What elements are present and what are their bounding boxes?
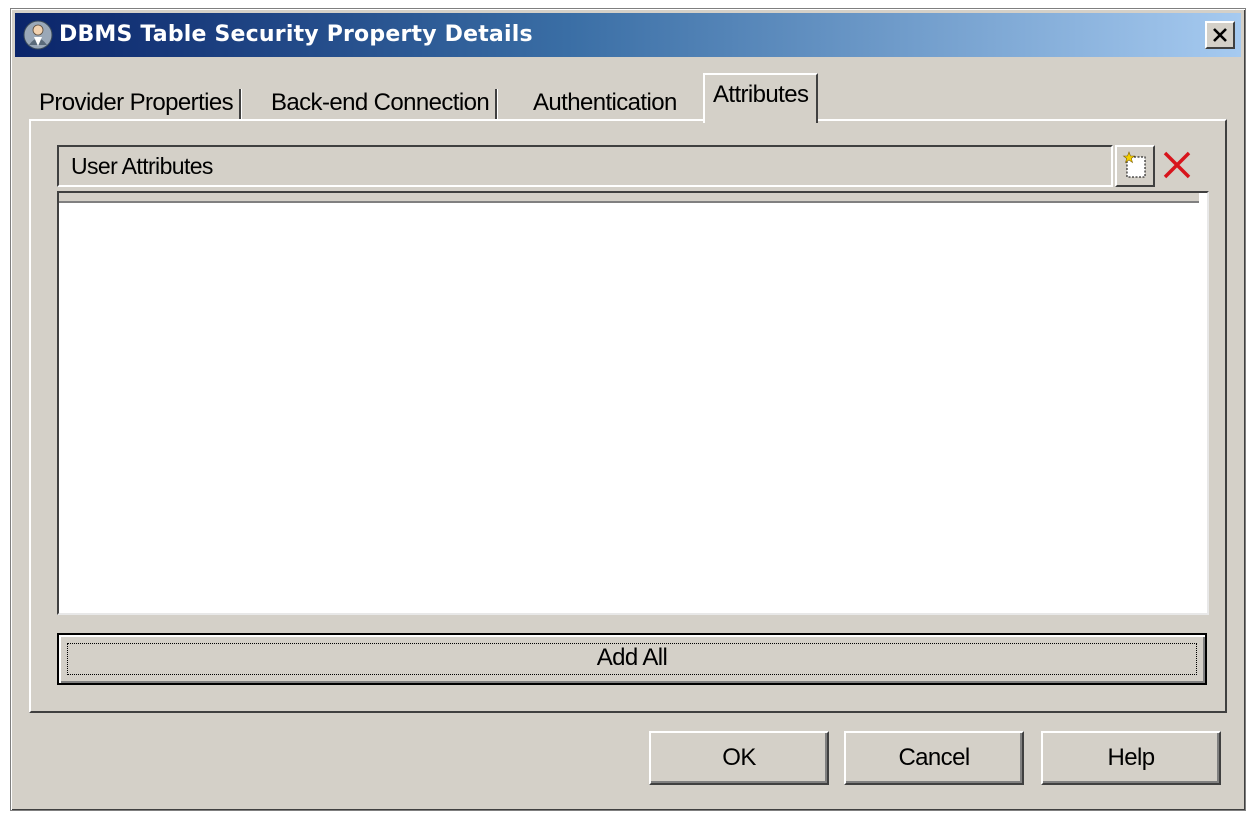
close-icon [1213,28,1227,42]
dialog-window: DBMS Table Security Property Details Pro… [10,8,1246,811]
add-all-label: Add All [596,644,668,671]
attributes-panel: User Attributes Add All [29,119,1227,713]
help-button[interactable]: Help [1041,731,1221,785]
add-all-button[interactable]: Add All [57,633,1207,685]
cancel-button[interactable]: Cancel [844,731,1024,785]
ok-label: OK [722,744,756,771]
user-attributes-list[interactable] [57,191,1209,615]
delete-icon [1163,151,1191,179]
tab-provider-properties[interactable]: Provider Properties [31,83,242,123]
title-bar[interactable]: DBMS Table Security Property Details [15,13,1241,57]
tab-strip: Provider Properties Back-end Connection … [31,73,1231,123]
user-attributes-header: User Attributes [57,145,1113,187]
tab-label: Attributes [713,81,809,108]
window-title: DBMS Table Security Property Details [59,22,533,47]
tab-label: Back-end Connection [271,89,490,116]
tab-authentication[interactable]: Authentication [525,83,685,123]
tab-attributes[interactable]: Attributes [703,73,819,123]
user-security-icon [23,20,53,50]
tab-back-end-connection[interactable]: Back-end Connection [263,83,498,123]
new-item-icon [1122,151,1146,178]
help-label: Help [1107,744,1156,771]
new-attribute-button[interactable] [1115,145,1155,187]
close-button[interactable] [1205,21,1235,49]
list-column-bar [59,193,1199,203]
ok-button[interactable]: OK [649,731,829,785]
tab-label: Authentication [533,89,677,116]
tab-label: Provider Properties [39,89,234,116]
cancel-label: Cancel [898,744,970,771]
delete-attribute-button[interactable] [1157,145,1197,187]
